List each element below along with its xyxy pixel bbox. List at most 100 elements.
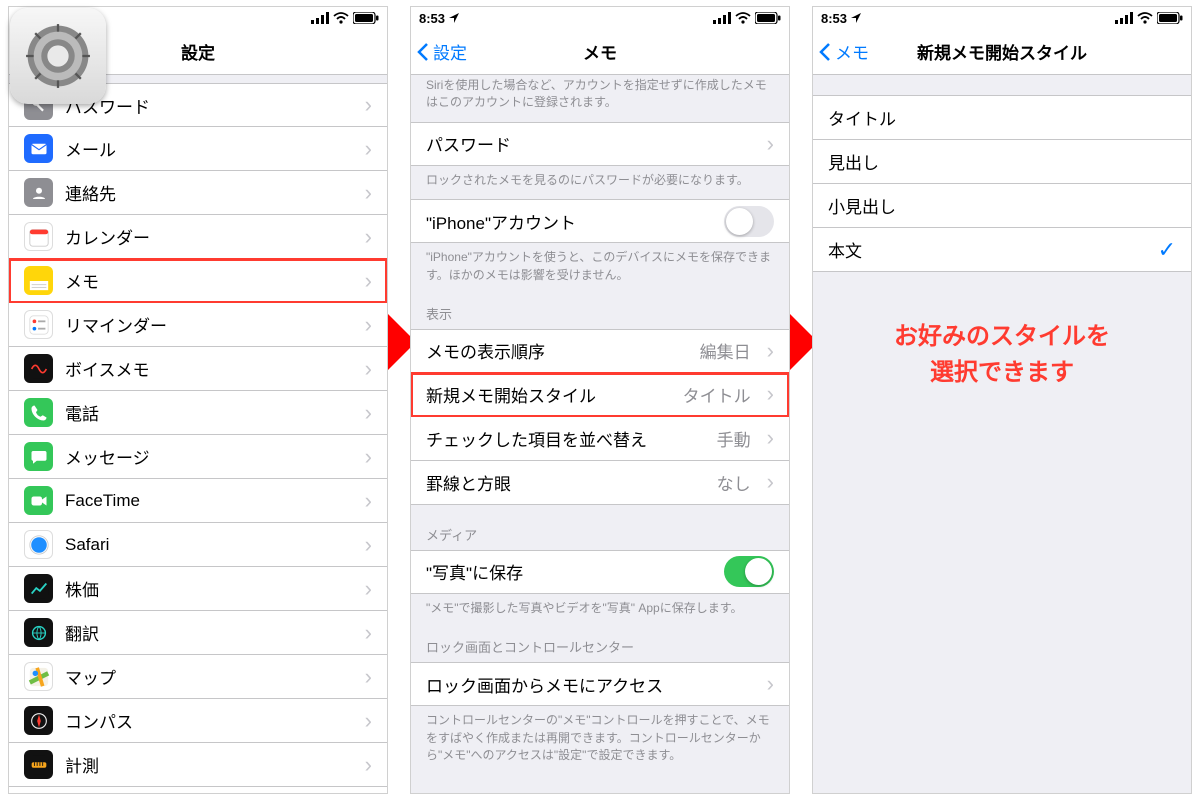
screen-new-note-style: 8:53 メモ 新規メモ開始スタイル タイトル見出し小見出し本文✓ お好みのスタ… (812, 6, 1192, 794)
chevron-right-icon: › (365, 312, 372, 338)
status-bar: 8:53 (813, 7, 1191, 29)
style-options-list[interactable]: タイトル見出し小見出し本文✓ (813, 75, 1191, 793)
chevron-right-icon: › (365, 576, 372, 602)
option-label: 本文 (828, 237, 1146, 262)
section-header-display: 表示 (411, 294, 789, 329)
style-option[interactable]: タイトル (813, 96, 1191, 140)
compass-icon (24, 706, 53, 735)
row-label: リマインダー (65, 312, 349, 337)
chevron-right-icon: › (365, 92, 372, 118)
battery-icon (755, 12, 781, 24)
row-new-note-style[interactable]: 新規メモ開始スタイル タイトル › (411, 373, 789, 417)
footer-iphone-account: "iPhone"アカウントを使うと、このデバイスにメモを保存できます。ほかのメモ… (411, 243, 789, 294)
settings-row-voicememo[interactable]: ボイスメモ› (9, 347, 387, 391)
back-label: 設定 (433, 39, 467, 64)
settings-row-messages[interactable]: メッセージ› (9, 435, 387, 479)
translate-icon (24, 618, 53, 647)
back-button[interactable]: 設定 (417, 29, 467, 74)
chevron-left-icon (819, 42, 831, 62)
style-option[interactable]: 小見出し (813, 184, 1191, 228)
chevron-right-icon: › (365, 620, 372, 646)
settings-row-translate[interactable]: 翻訳 › (9, 611, 387, 655)
notes-icon (24, 266, 53, 295)
screen-notes-settings: 8:53 設定 メモ Siriを使用した場合など、アカウントを指定せずに作成した… (410, 6, 790, 794)
settings-app-icon (10, 8, 106, 104)
row-value: 編集日 (700, 338, 751, 363)
row-label: メッセージ (65, 444, 349, 469)
row-value: なし (717, 470, 751, 495)
back-label: メモ (835, 39, 869, 64)
chevron-right-icon: › (365, 136, 372, 162)
row-label: 計測 (65, 752, 349, 777)
nav-title: 設定 (181, 39, 215, 64)
location-icon (449, 13, 459, 23)
wifi-icon (333, 12, 349, 24)
settings-row-phone[interactable]: 電話 › (9, 391, 387, 435)
chevron-right-icon: › (767, 131, 774, 157)
settings-row-notes[interactable]: メモ› (9, 259, 387, 303)
location-icon (851, 13, 861, 23)
row-label: パスワード (426, 131, 751, 156)
battery-icon (353, 12, 379, 24)
settings-row-measure[interactable]: 計測› (9, 743, 387, 787)
footer-lock-access: コントロールセンターの"メモ"コントロールを押すことで、メモをすばやく作成または… (411, 706, 789, 774)
toggle-iphone-account[interactable] (724, 206, 774, 237)
settings-list[interactable]: パスワード›メール›連絡先›カレンダー›メモ›リマインダー›ボイスメモ›電話›メ… (9, 75, 387, 793)
chevron-right-icon: › (767, 671, 774, 697)
row-label: 新規メモ開始スタイル (426, 382, 671, 407)
status-time: 8:53 (419, 11, 445, 26)
calendar-icon (24, 222, 53, 251)
row-lock-access[interactable]: ロック画面からメモにアクセス › (411, 662, 789, 706)
row-password[interactable]: パスワード › (411, 122, 789, 166)
row-label: FaceTime (65, 491, 349, 511)
row-label: チェックした項目を並べ替え (426, 426, 705, 451)
settings-row-reminders[interactable]: リマインダー › (9, 303, 387, 347)
settings-row-stocks[interactable]: 株価› (9, 567, 387, 611)
chevron-right-icon: › (365, 708, 372, 734)
row-save-photos[interactable]: "写真"に保存 (411, 550, 789, 594)
notes-settings-list[interactable]: Siriを使用した場合など、アカウントを指定せずに作成したメモはこのアカウントに… (411, 71, 789, 789)
row-lines-grids[interactable]: 罫線と方眼 なし › (411, 461, 789, 505)
row-label: 電話 (65, 400, 349, 425)
intro-footer: Siriを使用した場合など、アカウントを指定せずに作成したメモはこのアカウントに… (411, 71, 789, 122)
row-iphone-account[interactable]: "iPhone"アカウント (411, 199, 789, 243)
settings-row-safari[interactable]: Safari› (9, 523, 387, 567)
settings-row-mail[interactable]: メール› (9, 127, 387, 171)
wifi-icon (735, 12, 751, 24)
option-label: 小見出し (828, 193, 1176, 218)
row-checked-sort[interactable]: チェックした項目を並べ替え 手動 › (411, 417, 789, 461)
style-option[interactable]: 見出し (813, 140, 1191, 184)
row-label: マップ (65, 664, 349, 689)
settings-row-compass[interactable]: コンパス› (9, 699, 387, 743)
settings-row-calendar[interactable]: カレンダー› (9, 215, 387, 259)
signal-icon (1115, 12, 1133, 24)
settings-row-contacts[interactable]: 連絡先 › (9, 171, 387, 215)
chevron-right-icon: › (365, 664, 372, 690)
messages-icon (24, 442, 53, 471)
row-label: "iPhone"アカウント (426, 209, 712, 234)
settings-row-facetime[interactable]: FaceTime› (9, 479, 387, 523)
toggle-save-photos[interactable] (724, 556, 774, 587)
wifi-icon (1137, 12, 1153, 24)
settings-row-maps[interactable]: マップ › (9, 655, 387, 699)
chevron-right-icon: › (365, 224, 372, 250)
row-value: タイトル (683, 382, 751, 407)
back-button[interactable]: メモ (819, 29, 869, 74)
settings-row-shortcuts[interactable]: ショートカット› (9, 787, 387, 793)
row-sort-order[interactable]: メモの表示順序 編集日 › (411, 329, 789, 373)
chevron-right-icon: › (365, 180, 372, 206)
section-header-media: メディア (411, 505, 789, 550)
chevron-right-icon: › (365, 400, 372, 426)
row-label: ロック画面からメモにアクセス (426, 672, 751, 697)
phone-icon (24, 398, 53, 427)
row-label: 翻訳 (65, 620, 349, 645)
style-option[interactable]: 本文✓ (813, 228, 1191, 272)
row-label: ボイスメモ (65, 356, 349, 381)
signal-icon (311, 12, 329, 24)
safari-icon (24, 530, 53, 559)
callout-line: お好みのスタイルを (813, 319, 1191, 355)
chevron-right-icon: › (767, 425, 774, 451)
row-label: 連絡先 (65, 180, 349, 205)
row-label: "写真"に保存 (426, 559, 712, 584)
row-label: パスワード (65, 93, 349, 118)
